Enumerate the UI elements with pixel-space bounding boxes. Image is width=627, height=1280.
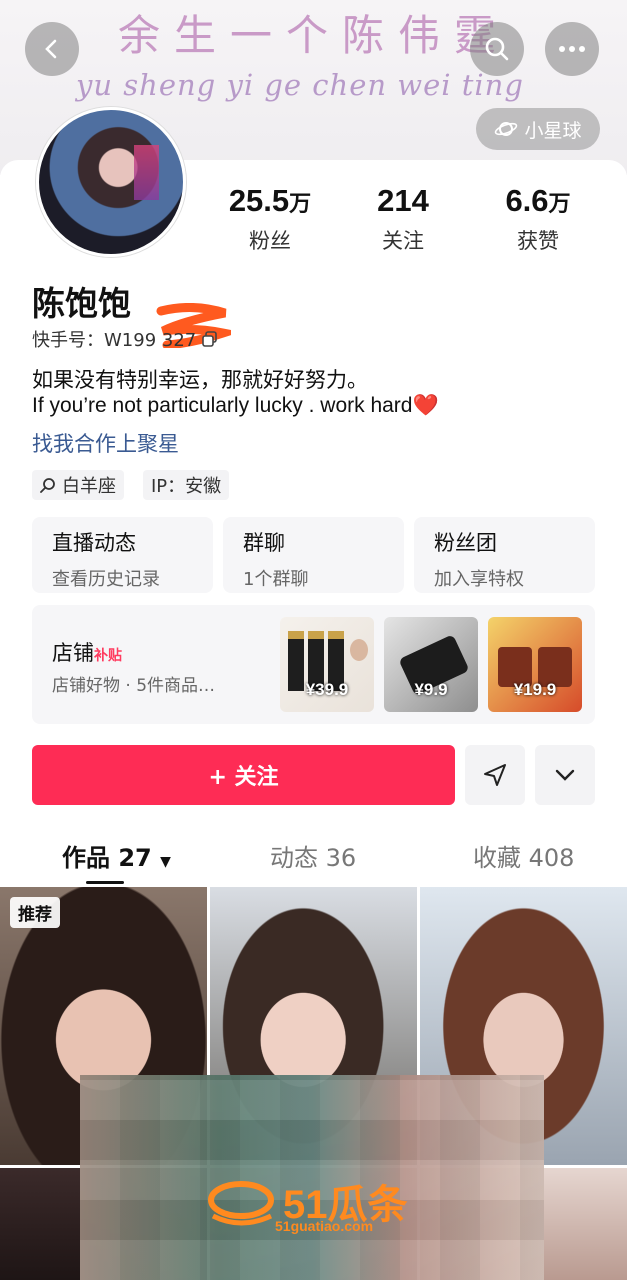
tab-moments[interactable]: 动态 36 xyxy=(270,838,356,873)
shop-item[interactable]: ¥9.9 xyxy=(384,617,478,712)
feature-group-chat[interactable]: 群聊 1个群聊 xyxy=(223,517,404,593)
more-options-button[interactable] xyxy=(535,745,595,805)
shop-item[interactable]: ¥19.9 xyxy=(488,617,582,712)
feature-title: 群聊 xyxy=(243,531,285,555)
shop-title: 店铺 xyxy=(52,641,94,665)
stat-value: 6.6 xyxy=(505,183,549,218)
search-icon xyxy=(40,478,55,493)
planet-button[interactable]: 小星球 xyxy=(476,108,600,150)
feature-subtitle: 加入享特权 xyxy=(434,569,524,590)
shop-subtitle: 店铺好物 · 5件商品… xyxy=(52,676,216,696)
stat-label: 获赞 xyxy=(517,229,559,253)
chevron-left-icon xyxy=(45,39,57,59)
stat-label: 粉丝 xyxy=(249,229,291,253)
tab-underline xyxy=(86,881,124,884)
chevron-down-icon xyxy=(555,769,575,781)
watermark-url: 51guatiao.com xyxy=(275,1218,374,1234)
shop-item-price: ¥39.9 xyxy=(305,680,349,699)
caret-down-icon: ▼ xyxy=(160,854,171,870)
cooperate-link[interactable]: 找我合作上聚星 xyxy=(32,428,179,458)
more-icon xyxy=(559,46,585,52)
stat-unit: 万 xyxy=(289,191,312,216)
banner-title: 余生一个陈伟霆 xyxy=(118,11,511,60)
shop-item-price: ¥9.9 xyxy=(414,680,448,699)
follow-button[interactable]: + 关注 xyxy=(32,745,455,805)
tab-label: 作品 27 xyxy=(62,844,152,872)
feature-live[interactable]: 直播动态 查看历史记录 xyxy=(32,517,213,593)
stat-followers[interactable]: 25.5万 粉丝 xyxy=(205,183,335,255)
heart-icon: ❤️ xyxy=(412,394,439,417)
stat-value: 25.5 xyxy=(228,183,290,218)
stat-following[interactable]: 214 关注 xyxy=(338,183,468,255)
feature-subtitle: 1个群聊 xyxy=(243,569,309,590)
stat-likes[interactable]: 6.6万 获赞 xyxy=(473,183,603,255)
tag-label: IP：安徽 xyxy=(151,476,222,497)
watermark-logo-icon xyxy=(208,1181,274,1226)
stat-value: 214 xyxy=(377,183,429,218)
share-button[interactable] xyxy=(465,745,525,805)
search-icon xyxy=(485,37,509,61)
tab-favorites[interactable]: 收藏 408 xyxy=(473,838,574,873)
tag-label: 白羊座 xyxy=(62,476,116,497)
back-button[interactable] xyxy=(25,22,79,76)
stat-label: 关注 xyxy=(382,229,424,253)
tag-ip: IP：安徽 xyxy=(143,470,230,500)
shop-badge: 补贴 xyxy=(94,648,122,664)
planet-icon xyxy=(495,122,518,136)
send-icon xyxy=(484,764,506,786)
tab-works[interactable]: 作品 27 ▼ xyxy=(62,838,171,873)
feature-title: 直播动态 xyxy=(52,531,136,555)
kuaishou-id-text: 快手号：W199 327 xyxy=(32,330,197,351)
kuaishou-id: 快手号：W199 327 xyxy=(32,326,218,352)
shop-card[interactable]: 店铺补贴 店铺好物 · 5件商品… ¥39.9 ¥9.9 ¥19.9 xyxy=(32,605,595,724)
shop-item[interactable]: ¥39.9 xyxy=(280,617,374,712)
watermark: 51瓜条 51guatiao.com xyxy=(205,1172,423,1238)
feature-title: 粉丝团 xyxy=(434,531,497,555)
copy-icon[interactable] xyxy=(202,331,218,347)
planet-label: 小星球 xyxy=(524,119,582,142)
bio-line-2-text: If you’re not particularly lucky . work … xyxy=(32,394,413,417)
more-button[interactable] xyxy=(545,22,599,76)
profile-name: 陈饱饱 xyxy=(32,284,131,323)
avatar[interactable] xyxy=(36,107,186,257)
banner-subtitle: yu sheng yi ge chen wei ting xyxy=(76,68,524,102)
search-button[interactable] xyxy=(470,22,524,76)
tag-zodiac[interactable]: 白羊座 xyxy=(32,470,124,500)
feature-fan-club[interactable]: 粉丝团 加入享特权 xyxy=(414,517,595,593)
bio-line-2: If you’re not particularly lucky . work … xyxy=(32,394,439,418)
shop-item-price: ¥19.9 xyxy=(513,680,557,699)
pinned-badge: 推荐 xyxy=(10,897,60,928)
feature-subtitle: 查看历史记录 xyxy=(52,569,160,590)
bio-line-1: 如果没有特别幸运，那就好好努力。 xyxy=(32,368,368,392)
stat-unit: 万 xyxy=(548,191,571,216)
